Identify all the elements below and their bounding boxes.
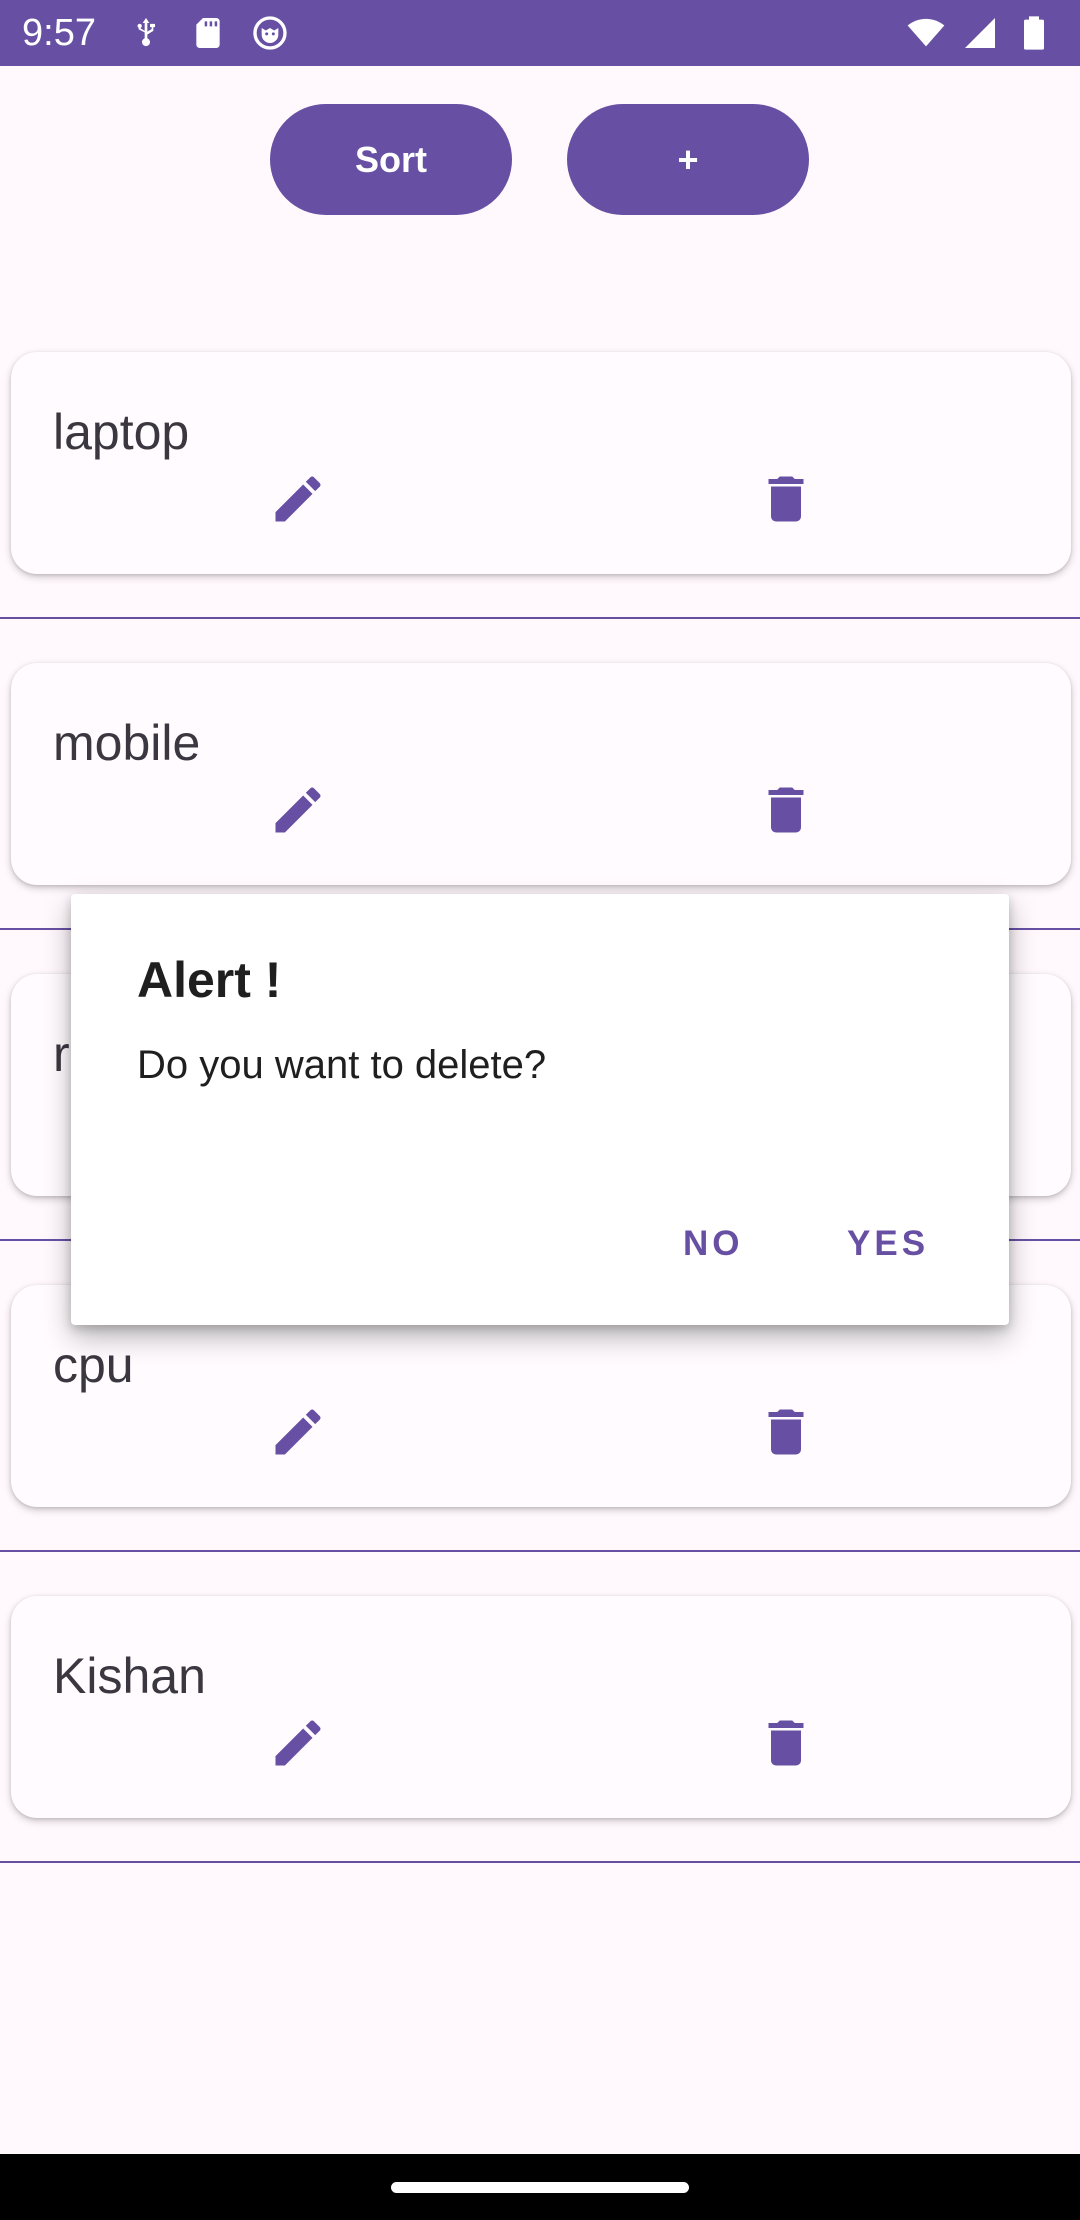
home-gesture-handle[interactable] — [391, 2182, 689, 2193]
no-button[interactable]: NO — [669, 1216, 758, 1272]
status-time: 9:57 — [22, 12, 96, 54]
navigation-bar — [0, 2154, 1080, 2220]
sd-card-icon — [196, 18, 220, 48]
usb-debug-icon — [137, 18, 155, 47]
alert-dialog: Alert ! Do you want to delete? NO YES — [71, 894, 1009, 1325]
battery-icon — [1024, 16, 1044, 50]
status-bar: 9:57 — [0, 0, 1080, 66]
cat-notification-icon — [253, 16, 287, 50]
status-notification-icons — [126, 13, 290, 53]
dialog-title: Alert ! — [137, 952, 282, 1008]
cellular-signal-icon — [965, 18, 995, 48]
dialog-message: Do you want to delete? — [137, 1043, 547, 1087]
status-system-icons — [906, 13, 1054, 53]
yes-button[interactable]: YES — [833, 1216, 943, 1272]
wifi-icon — [907, 18, 945, 47]
